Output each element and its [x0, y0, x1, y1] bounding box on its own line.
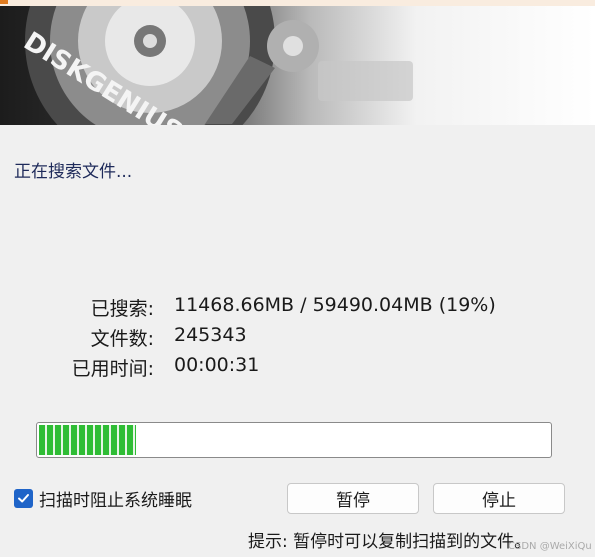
check-icon: [18, 493, 29, 502]
title-accent: [0, 0, 8, 4]
pause-hint-text: 提示: 暂停时可以复制扫描到的文件。: [248, 532, 532, 552]
elapsed-time-value: 00:00:31: [174, 354, 260, 376]
prevent-sleep-checkbox[interactable]: [14, 488, 33, 508]
search-status-text: 正在搜索文件...: [14, 162, 133, 182]
searched-value: 11468.66MB / 59490.04MB (19%): [174, 294, 496, 316]
file-count-label: 文件数:: [90, 328, 154, 350]
hard-disk-illustration: DISKGENIUS: [18, 6, 413, 125]
file-count-value: 245343: [174, 324, 247, 346]
header-banner: DISKGENIUS: [0, 6, 595, 125]
watermark: CSDN @WeiXiQu: [508, 541, 592, 552]
progress-bar-fill: [39, 425, 136, 455]
stop-button[interactable]: 停止: [433, 483, 565, 514]
prevent-sleep-option[interactable]: 扫描时阻止系统睡眠: [14, 486, 192, 511]
elapsed-time-label: 已用时间:: [71, 358, 154, 380]
search-progress-bar: [36, 422, 552, 458]
searched-label: 已搜索:: [90, 298, 154, 320]
prevent-sleep-label: 扫描时阻止系统睡眠: [39, 490, 192, 511]
pause-button[interactable]: 暂停: [287, 483, 419, 514]
